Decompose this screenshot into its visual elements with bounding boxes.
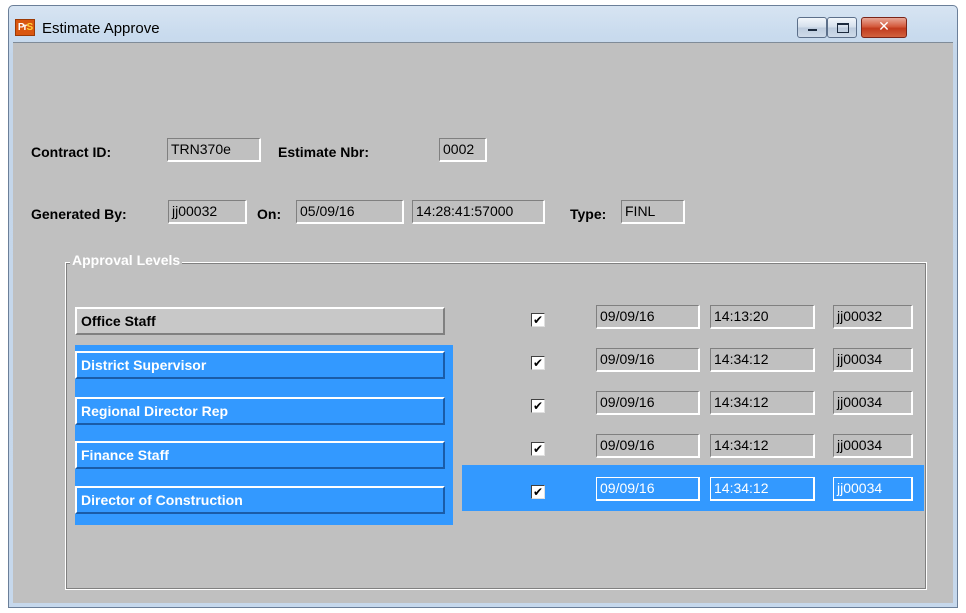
approved-checkbox[interactable]: ✔ [531,442,545,456]
maximize-icon [837,23,849,33]
approval-time-field[interactable]: 14:34:12 [710,348,815,372]
approval-date-field[interactable]: 09/09/16 [596,477,700,501]
type-field[interactable]: FINL [621,200,685,224]
window-title: Estimate Approve [42,20,160,37]
maximize-button[interactable] [827,17,857,38]
approval-user-field[interactable]: jj00034 [833,477,913,501]
generated-by-field[interactable]: jj00032 [168,200,247,224]
approval-user-field[interactable]: jj00034 [833,348,913,372]
estimate-nbr-label: Estimate Nbr: [278,144,370,160]
approval-date-field[interactable]: 09/09/16 [596,434,700,458]
close-button[interactable]: ✕ [861,17,907,38]
on-label: On: [257,206,282,222]
approval-user-field[interactable]: jj00034 [833,434,913,458]
approval-user-field[interactable]: jj00032 [833,305,913,329]
level-district-supervisor-button[interactable]: District Supervisor [75,351,445,379]
approval-levels-title: Approval Levels [70,252,183,268]
minimize-icon [808,29,817,31]
approval-time-field[interactable]: 14:13:20 [710,305,815,329]
approved-checkbox[interactable]: ✔ [531,399,545,413]
title-bar[interactable]: PrS Estimate Approve ✕ [9,6,957,42]
approval-user-field[interactable]: jj00034 [833,391,913,415]
approval-date-field[interactable]: 09/09/16 [596,391,700,415]
approval-time-field[interactable]: 14:34:12 [710,477,815,501]
window-client-area: Contract ID: TRN370e Estimate Nbr: 0002 … [13,42,953,603]
app-icon[interactable]: PrS [15,19,35,36]
level-finance-staff-button[interactable]: Finance Staff [75,441,445,469]
approval-date-field[interactable]: 09/09/16 [596,348,700,372]
contract-id-label: Contract ID: [31,144,112,160]
contract-id-field[interactable]: TRN370e [167,138,261,162]
on-date-field[interactable]: 05/09/16 [296,200,404,224]
generated-by-label: Generated By: [31,206,127,222]
type-label: Type: [570,206,607,222]
approval-time-field[interactable]: 14:34:12 [710,391,815,415]
approval-time-field[interactable]: 14:34:12 [710,434,815,458]
approval-date-field[interactable]: 09/09/16 [596,305,700,329]
minimize-button[interactable] [797,17,827,38]
approved-checkbox[interactable]: ✔ [531,356,545,370]
estimate-approve-window: PrS Estimate Approve ✕ Contract ID: TRN3… [8,5,958,608]
approved-checkbox[interactable]: ✔ [531,485,545,499]
on-time-field[interactable]: 14:28:41:57000 [412,200,545,224]
estimate-nbr-field[interactable]: 0002 [439,138,487,162]
level-regional-director-rep-button[interactable]: Regional Director Rep [75,397,445,425]
level-office-staff-button[interactable]: Office Staff [75,307,445,335]
close-icon: ✕ [878,19,890,35]
approved-checkbox[interactable]: ✔ [531,313,545,327]
level-director-of-construction-button[interactable]: Director of Construction [75,486,445,514]
